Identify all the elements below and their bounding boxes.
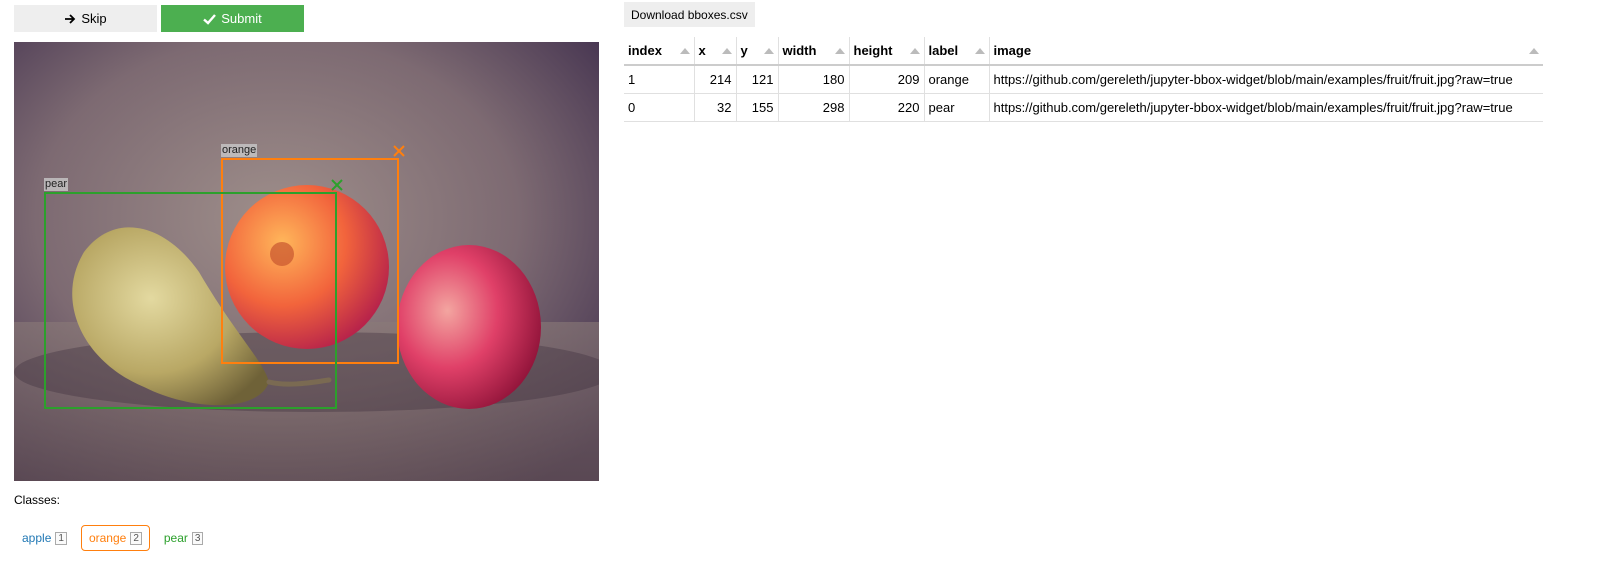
class-name: pear [163,531,188,545]
column-label: y [740,43,748,58]
download-csv-button[interactable]: Download bboxes.csv [624,2,755,27]
bbox-rect[interactable] [44,192,337,409]
class-button-pear[interactable]: pear 3 [155,525,212,551]
table-header-row: index x y width height label image [624,37,1543,66]
cell-y: 155 [736,93,779,122]
sort-asc-icon[interactable] [834,47,845,54]
skip-label: Skip [81,11,107,26]
table-row[interactable]: 1 214 121 180 209 orange https://github.… [624,65,1543,94]
cell-height: 220 [849,93,925,122]
cell-x: 32 [694,93,737,122]
sort-asc-icon[interactable] [721,47,732,54]
close-icon[interactable] [393,145,405,157]
submit-button[interactable]: Submit [161,5,304,32]
cell-image: https://github.com/gereleth/jupyter-bbox… [989,93,1543,122]
column-header-y[interactable]: y [736,37,779,66]
class-button-apple[interactable]: apple 1 [14,525,75,551]
skip-button[interactable]: Skip [14,5,157,32]
cell-height: 209 [849,65,925,94]
column-header-x[interactable]: x [694,37,737,66]
sort-asc-icon[interactable] [1529,47,1539,54]
column-header-height[interactable]: height [849,37,925,66]
bbox-table: index x y width height label image 1 214… [624,37,1543,122]
cell-width: 180 [778,65,850,94]
column-label: image [993,43,1032,58]
sort-asc-icon[interactable] [763,47,774,54]
cell-y: 121 [736,65,779,94]
cell-width: 298 [778,93,850,122]
cell-image: https://github.com/gereleth/jupyter-bbox… [989,65,1543,94]
cell-index: 1 [624,65,695,94]
arrow-right-icon [65,13,76,24]
sort-asc-icon[interactable] [679,47,690,54]
class-button-orange[interactable]: orange 2 [80,525,150,551]
cell-label: orange [924,65,990,94]
class-list: apple 1 orange 2 pear 3 [14,525,212,551]
column-label: index [628,43,662,58]
class-name: apple [22,531,52,545]
sort-asc-icon[interactable] [974,47,985,54]
column-label: label [928,43,959,58]
classes-title: Classes: [14,493,61,507]
shortcut-key: 3 [191,531,204,545]
bbox-pear[interactable]: pear [44,178,343,409]
column-label: x [698,43,706,58]
cell-index: 0 [624,93,695,122]
column-label: height [853,43,893,58]
column-header-label[interactable]: label [924,37,990,66]
bbox-label: orange [221,144,258,157]
toolbar: Skip Submit [14,5,304,32]
sort-asc-icon[interactable] [909,47,920,54]
class-name: orange [88,531,127,545]
annotation-canvas[interactable]: orange pear [14,42,599,481]
bbox-label: pear [44,178,69,191]
column-header-width[interactable]: width [778,37,850,66]
column-label: width [782,43,817,58]
table-row[interactable]: 0 32 155 298 220 pear https://github.com… [624,93,1543,122]
shortcut-key: 1 [55,531,67,545]
cell-x: 214 [694,65,737,94]
submit-label: Submit [221,11,262,26]
close-icon[interactable] [331,179,343,191]
column-header-image[interactable]: image [989,37,1543,66]
column-header-index[interactable]: index [624,37,695,66]
check-icon [203,13,217,25]
shortcut-key: 2 [130,531,142,545]
cell-label: pear [924,93,990,122]
